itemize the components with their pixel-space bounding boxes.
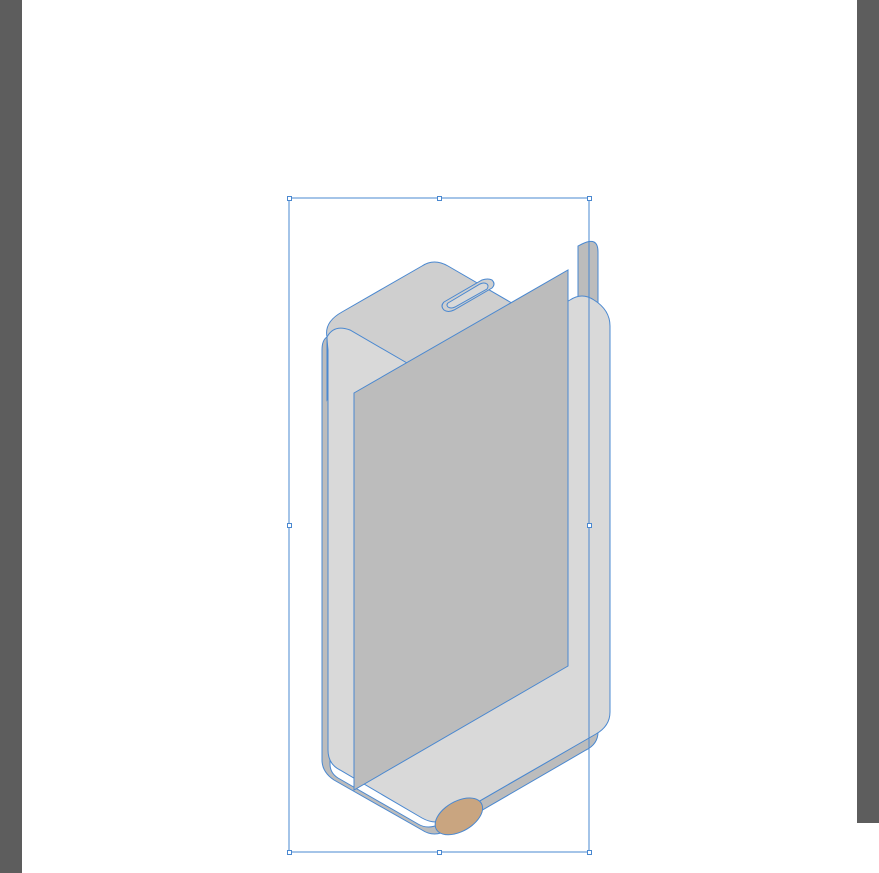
selection-handle-e[interactable] xyxy=(587,523,592,528)
canvas[interactable] xyxy=(22,0,857,873)
artboard-corner xyxy=(857,823,879,873)
selection-handle-w[interactable] xyxy=(287,523,292,528)
selection-handle-sw[interactable] xyxy=(287,850,292,855)
selection-handle-nw[interactable] xyxy=(287,196,292,201)
selection-handle-se[interactable] xyxy=(587,850,592,855)
selection-handle-s[interactable] xyxy=(437,850,442,855)
selection-handle-ne[interactable] xyxy=(587,196,592,201)
selection-handle-n[interactable] xyxy=(437,196,442,201)
